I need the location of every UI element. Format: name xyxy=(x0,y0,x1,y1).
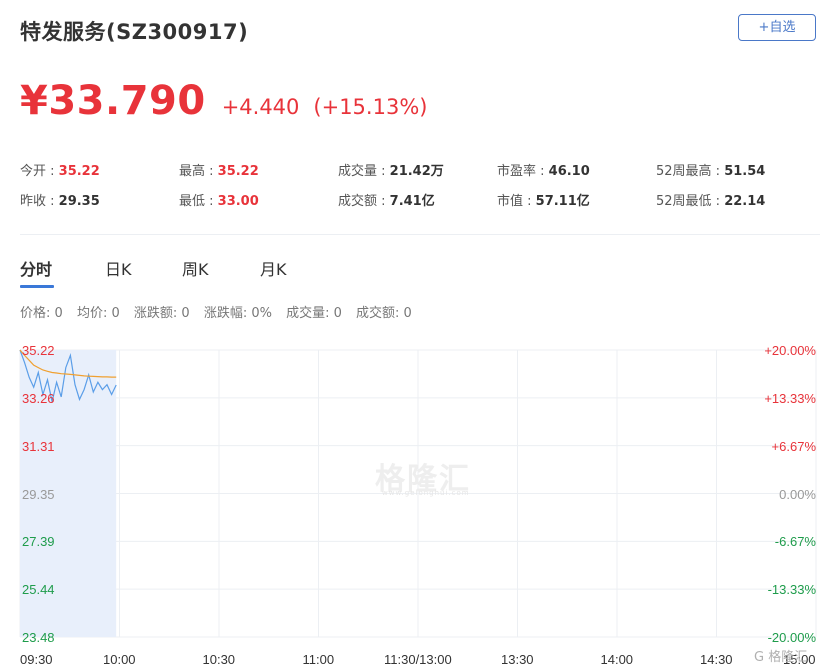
x-axis-label: 10:00 xyxy=(103,652,136,667)
x-axis-label: 11:00 xyxy=(302,652,335,667)
divider xyxy=(20,234,820,235)
price-change-percent: (+15.13%) xyxy=(313,95,428,119)
y-axis-right-label: +6.67% xyxy=(771,438,816,454)
y-axis-right-label: +13.33% xyxy=(764,390,816,406)
info-change-pct: 涨跌幅: 0% xyxy=(203,306,272,321)
tab-daily-k[interactable]: 日K xyxy=(105,256,132,280)
add-watchlist-button[interactable]: +自选 xyxy=(738,14,816,41)
stat-volume: 成交量 : 21.42万 xyxy=(338,164,444,179)
brand-logo: G 格隆汇 xyxy=(754,650,808,665)
info-price: 价格: 0 xyxy=(20,306,63,321)
x-axis-label: 13:30 xyxy=(501,652,534,667)
quote-row: ¥33.790 +4.440 (+15.13%) xyxy=(20,78,427,124)
y-axis-left-label: 23.48 xyxy=(22,630,55,645)
x-axis-label: 14:30 xyxy=(700,652,733,667)
y-axis-right-label: 0.00% xyxy=(779,486,816,502)
stock-title: 特发服务(SZ300917) xyxy=(20,20,249,44)
stat-52w-low: 52周最低 : 22.14 xyxy=(656,194,766,209)
stat-low: 最低 : 33.00 xyxy=(179,194,259,209)
stat-pe: 市盈率 : 46.10 xyxy=(497,164,590,179)
y-axis-left-label: 33.26 xyxy=(22,390,55,406)
y-axis-left-label: 31.31 xyxy=(22,438,55,454)
tab-weekly-k[interactable]: 周K xyxy=(182,256,209,280)
y-axis-right-label: -13.33% xyxy=(767,582,816,598)
stat-52w-high: 52周最高 : 51.54 xyxy=(656,164,766,179)
y-axis-left-label: 25.44 xyxy=(22,582,55,598)
y-axis-left-label: 29.35 xyxy=(22,486,55,502)
tab-intraday[interactable]: 分时 xyxy=(20,256,52,280)
info-change: 涨跌额: 0 xyxy=(133,306,190,321)
y-axis-left-label: 35.22 xyxy=(22,343,55,358)
crosshair-info: 价格: 0 均价: 0 涨跌额: 0 涨跌幅: 0% 成交量: 0 成交额: 0 xyxy=(20,302,422,321)
tab-monthly-k[interactable]: 月K xyxy=(260,256,287,280)
stat-turnover: 成交额 : 7.41亿 xyxy=(338,194,435,209)
stat-prev-close: 昨收 : 29.35 xyxy=(20,194,100,209)
y-axis-right-label: +20.00% xyxy=(764,343,816,358)
x-axis-label: 14:00 xyxy=(600,652,634,667)
x-axis-label: 10:30 xyxy=(202,652,236,667)
price-change: +4.440 xyxy=(221,95,300,119)
info-turnover: 成交额: 0 xyxy=(356,306,412,321)
watermark-url: www.gelonghui.com xyxy=(382,489,470,497)
x-axis-label: 11:30/13:00 xyxy=(384,652,452,667)
active-tab-indicator xyxy=(20,285,54,288)
x-axis-label: 09:30 xyxy=(20,652,53,667)
intraday-chart[interactable]: 格隆汇 www.gelonghui.com 35.22 +20.00% 33.26 +… xyxy=(0,336,830,670)
stat-market-cap: 市值 : 57.11亿 xyxy=(497,194,590,209)
current-price: ¥33.790 xyxy=(20,78,206,124)
y-axis-right-label: -20.00% xyxy=(767,630,816,645)
info-volume: 成交量: 0 xyxy=(286,306,342,321)
stat-open: 今开 : 35.22 xyxy=(20,164,100,179)
y-axis-right-label: -6.67% xyxy=(774,534,816,550)
info-avg: 均价: 0 xyxy=(76,306,120,321)
stat-high: 最高 : 35.22 xyxy=(179,164,259,179)
chart-canvas xyxy=(19,349,817,638)
y-axis-left-label: 27.39 xyxy=(22,534,55,550)
